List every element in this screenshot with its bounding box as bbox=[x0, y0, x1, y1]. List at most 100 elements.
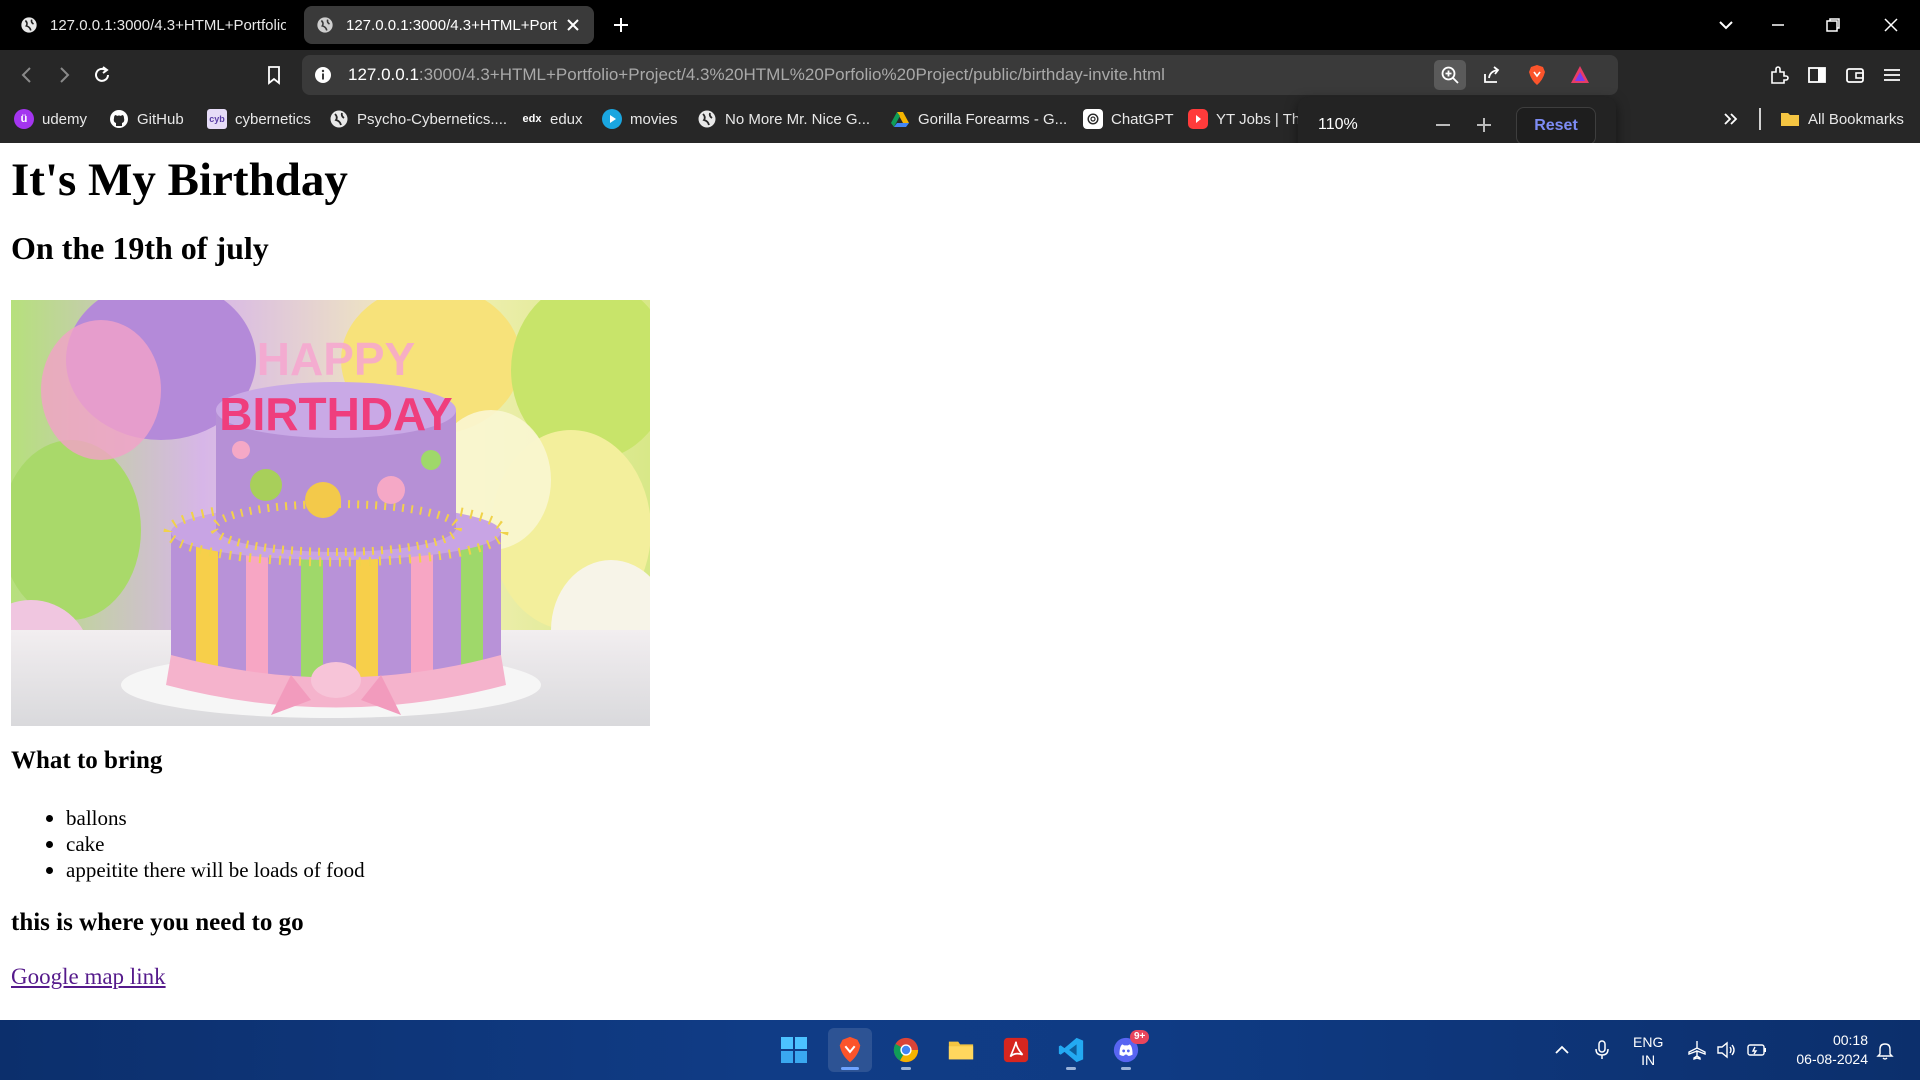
microphone-icon[interactable] bbox=[1591, 1039, 1613, 1061]
url-path: :3000/4.3+HTML+Portfolio+Project/4.3%20H… bbox=[418, 65, 1165, 84]
zoom-in-plus-icon[interactable] bbox=[1473, 114, 1495, 136]
browser-tab[interactable]: 127.0.0.1:3000/4.3+HTML+Portfolio bbox=[8, 6, 298, 44]
url-host: 127.0.0.1 bbox=[348, 65, 419, 84]
active-indicator bbox=[841, 1067, 859, 1070]
zoom-out-icon[interactable] bbox=[1432, 114, 1454, 136]
zoom-level: 110% bbox=[1318, 116, 1358, 133]
bookmark-icon[interactable] bbox=[263, 64, 285, 86]
notification-badge: 9+ bbox=[1130, 1030, 1150, 1044]
running-indicator bbox=[1121, 1067, 1131, 1070]
minimize-icon[interactable] bbox=[1767, 14, 1789, 36]
globe-icon bbox=[329, 109, 349, 129]
folder-icon bbox=[1780, 109, 1800, 129]
bookmark-label: YT Jobs | The bbox=[1216, 110, 1298, 128]
bookmark-gorilla-forearms[interactable]: Gorilla Forearms - G... bbox=[890, 100, 1067, 138]
bookmark-label: udemy bbox=[42, 110, 88, 128]
what-to-bring-heading: What to bring bbox=[11, 747, 163, 774]
address-bar[interactable]: 127.0.0.1:3000/4.3+HTML+Portfolio+Projec… bbox=[302, 55, 1618, 95]
bring-list: ballons cake appeitite there will be loa… bbox=[11, 805, 365, 883]
bookmark-udemy[interactable]: ü udemy bbox=[14, 100, 87, 138]
globe-icon bbox=[316, 16, 334, 34]
play-icon bbox=[602, 109, 622, 129]
chatgpt-icon bbox=[1083, 109, 1103, 129]
bookmark-no-more-mr-nice[interactable]: No More Mr. Nice G... bbox=[697, 100, 870, 138]
reload-icon[interactable] bbox=[91, 64, 113, 86]
chrome-icon[interactable] bbox=[884, 1028, 928, 1072]
globe-icon bbox=[697, 109, 717, 129]
globe-icon bbox=[20, 16, 38, 34]
page-title: It's My Birthday bbox=[11, 154, 348, 206]
bookmark-label: cybernetics bbox=[235, 110, 311, 128]
bookmark-label: No More Mr. Nice G... bbox=[725, 110, 871, 128]
bookmark-edux[interactable]: edx edux bbox=[522, 100, 583, 138]
bookmark-github[interactable]: GitHub bbox=[109, 100, 184, 138]
brave-shields-icon[interactable] bbox=[1526, 64, 1548, 86]
list-item: cake bbox=[11, 831, 365, 857]
bookmark-movies[interactable]: movies bbox=[602, 100, 678, 138]
cake-topper-text: HAPPY bbox=[257, 333, 415, 385]
show-hidden-icons-chevron-icon[interactable] bbox=[1551, 1039, 1573, 1061]
bookmark-cybernetics[interactable]: cyb cybernetics bbox=[207, 100, 311, 138]
restore-icon[interactable] bbox=[1822, 14, 1844, 36]
list-item: appeitite there will be loads of food bbox=[11, 857, 365, 883]
airplane-mode-icon[interactable] bbox=[1686, 1039, 1708, 1061]
more-bookmarks-chevron-icon[interactable] bbox=[1720, 108, 1742, 130]
language-code: ENG bbox=[1633, 1034, 1664, 1050]
battery-icon[interactable] bbox=[1746, 1039, 1768, 1061]
running-indicator bbox=[901, 1067, 911, 1070]
google-map-link[interactable]: Google map link bbox=[11, 964, 166, 990]
wallet-icon[interactable] bbox=[1844, 64, 1866, 86]
file-explorer-icon[interactable] bbox=[939, 1028, 983, 1072]
close-tab-icon[interactable] bbox=[564, 16, 582, 34]
all-bookmarks-button[interactable]: All Bookmarks bbox=[1780, 100, 1904, 138]
bookmark-label: GitHub bbox=[137, 110, 184, 128]
page-content: It's My Birthday On the 19th of july HAP… bbox=[0, 143, 1920, 1020]
forward-icon[interactable] bbox=[53, 64, 75, 86]
bookmark-yt-jobs[interactable]: YT Jobs | The bbox=[1188, 100, 1298, 138]
clock[interactable]: 00:18 06-08-2024 bbox=[1780, 1031, 1868, 1069]
tab-search-chevron-icon[interactable] bbox=[1715, 14, 1737, 36]
back-icon[interactable] bbox=[16, 64, 38, 86]
close-window-icon[interactable] bbox=[1880, 14, 1902, 36]
brave-icon[interactable] bbox=[828, 1028, 872, 1072]
zoom-indicator-button[interactable] bbox=[1434, 60, 1466, 90]
bookmark-label: movies bbox=[630, 110, 678, 128]
page-subtitle: On the 19th of july bbox=[11, 230, 269, 266]
menu-icon[interactable] bbox=[1881, 64, 1903, 86]
cybernetics-icon: cyb bbox=[207, 109, 227, 129]
browser-tab-active[interactable]: 127.0.0.1:3000/4.3+HTML+Port bbox=[304, 6, 594, 44]
bookmark-label: Psycho-Cybernetics.... bbox=[357, 110, 508, 128]
site-info-icon[interactable] bbox=[314, 66, 332, 84]
all-bookmarks-label: All Bookmarks bbox=[1808, 110, 1904, 128]
tab-title: 127.0.0.1:3000/4.3+HTML+Portfolio bbox=[50, 16, 286, 34]
discord-icon[interactable]: 9+ bbox=[1104, 1028, 1150, 1072]
windows-start-icon[interactable] bbox=[772, 1028, 816, 1072]
bookmark-label: Gorilla Forearms - G... bbox=[918, 110, 1068, 128]
bookmark-label: ChatGPT bbox=[1111, 110, 1174, 128]
zoom-in-icon bbox=[1440, 65, 1460, 85]
brave-rewards-icon[interactable] bbox=[1569, 64, 1591, 86]
bookmark-psycho-cybernetics[interactable]: Psycho-Cybernetics.... bbox=[329, 100, 507, 138]
youtube-icon bbox=[1188, 109, 1208, 129]
extensions-icon[interactable] bbox=[1768, 64, 1790, 86]
acrobat-icon[interactable] bbox=[994, 1028, 1038, 1072]
bookmark-chatgpt[interactable]: ChatGPT bbox=[1083, 100, 1174, 138]
edx-icon: edx bbox=[522, 113, 542, 125]
github-icon bbox=[109, 109, 129, 129]
running-indicator bbox=[1066, 1067, 1076, 1070]
notifications-bell-icon[interactable] bbox=[1874, 1039, 1896, 1061]
language-indicator[interactable]: ENG IN bbox=[1633, 1033, 1663, 1069]
bookmarks-divider bbox=[1759, 108, 1761, 130]
vscode-icon[interactable] bbox=[1049, 1028, 1093, 1072]
url-text[interactable]: 127.0.0.1:3000/4.3+HTML+Portfolio+Projec… bbox=[348, 65, 1165, 85]
sidebar-icon[interactable] bbox=[1806, 64, 1828, 86]
udemy-icon: ü bbox=[14, 109, 34, 129]
clock-date: 06-08-2024 bbox=[1796, 1051, 1868, 1067]
bookmark-label: edux bbox=[550, 110, 583, 128]
new-tab-icon[interactable] bbox=[610, 14, 632, 36]
region-code: IN bbox=[1641, 1052, 1656, 1068]
where-heading: this is where you need to go bbox=[11, 909, 304, 936]
volume-icon[interactable] bbox=[1715, 1039, 1737, 1061]
share-icon[interactable] bbox=[1481, 64, 1503, 86]
zoom-reset-button[interactable]: Reset bbox=[1516, 107, 1596, 145]
